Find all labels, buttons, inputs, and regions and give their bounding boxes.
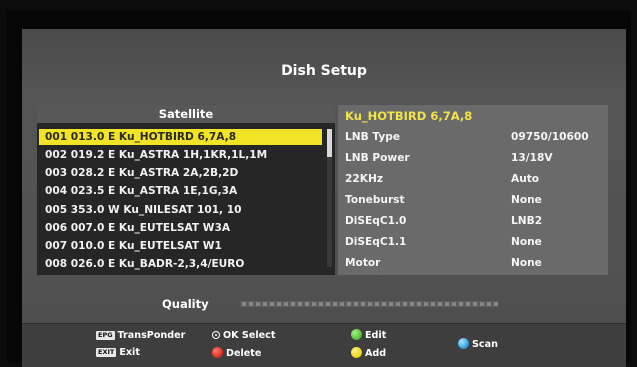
quality-segment xyxy=(312,302,316,306)
red-button-icon xyxy=(212,347,223,358)
hint-label: Edit xyxy=(365,330,387,341)
hint-label: Scan xyxy=(472,339,498,350)
quality-label: Quality xyxy=(162,297,209,311)
setting-row-diseqc11[interactable]: DiSEqC1.1 None xyxy=(345,234,600,250)
hint-label: TransPonder xyxy=(117,330,186,341)
hint-label: Exit xyxy=(119,347,140,358)
setting-label: DiSEqC1.0 xyxy=(345,215,407,227)
setting-value[interactable]: None xyxy=(511,192,542,208)
setting-row-diseqc10[interactable]: DiSEqC1.0 LNB2 xyxy=(345,213,600,229)
setting-row-lnb-power[interactable]: LNB Power 13/18V xyxy=(345,150,600,166)
quality-segment xyxy=(354,302,358,306)
quality-segment xyxy=(326,302,330,306)
satellite-list-item[interactable]: 007 010.0 E Ku_EUTELSAT W1 xyxy=(39,238,322,254)
satellite-list-item[interactable]: 008 026.0 E Ku_BADR-2,3,4/EURO xyxy=(39,256,322,272)
button-hint-bar: EPG TransPonder EXIT Exit OK Select Delete… xyxy=(22,323,626,367)
setting-label: 22KHz xyxy=(345,173,383,185)
quality-segment xyxy=(270,302,274,306)
dish-setup-panel: Dish Setup Satellite 001 013.0 E Ku_HOTB… xyxy=(22,29,626,367)
setting-label: LNB Power xyxy=(345,152,410,164)
quality-segment xyxy=(396,302,400,306)
quality-segment xyxy=(256,302,260,306)
setting-value[interactable]: 13/18V xyxy=(511,150,553,166)
quality-segment xyxy=(375,302,379,306)
quality-segment xyxy=(284,302,288,306)
quality-segment xyxy=(480,302,484,306)
epg-key-icon: EPG xyxy=(96,331,115,340)
lnb-settings-panel: Ku_HOTBIRD 6,7A,8 LNB Type 09750/10600 L… xyxy=(338,105,608,275)
satellite-list-header: Satellite xyxy=(37,105,335,123)
quality-segment xyxy=(459,302,463,306)
hint-add[interactable]: Add xyxy=(351,347,386,359)
satellite-list-item[interactable]: 004 023.5 E Ku_ASTRA 1E,1G,3A xyxy=(39,183,322,199)
quality-segment xyxy=(340,302,344,306)
setting-row-toneburst[interactable]: Toneburst None xyxy=(345,192,600,208)
setting-row-motor[interactable]: Motor None xyxy=(345,255,600,271)
tv-screen: Dish Setup Satellite 001 013.0 E Ku_HOTB… xyxy=(7,11,631,367)
hint-scan[interactable]: Scan xyxy=(458,338,498,350)
scrollbar-thumb[interactable] xyxy=(327,129,332,157)
exit-key-icon: EXIT xyxy=(96,348,117,357)
quality-segment xyxy=(382,302,386,306)
setting-label: LNB Type xyxy=(345,131,401,143)
quality-segment xyxy=(424,302,428,306)
quality-segment xyxy=(319,302,323,306)
setting-value[interactable]: LNB2 xyxy=(511,213,542,229)
satellite-list-item[interactable]: 002 019.2 E Ku_ASTRA 1H,1KR,1L,1M xyxy=(39,147,322,163)
setting-label: DiSEqC1.1 xyxy=(345,236,407,248)
quality-segment xyxy=(403,302,407,306)
quality-segment xyxy=(277,302,281,306)
quality-segment xyxy=(389,302,393,306)
quality-segment xyxy=(438,302,442,306)
green-button-icon xyxy=(351,329,362,340)
setting-value[interactable]: None xyxy=(511,234,542,250)
hint-label: Add xyxy=(365,348,387,359)
quality-segment xyxy=(242,302,246,306)
page-title: Dish Setup xyxy=(281,63,367,79)
setting-value[interactable]: 09750/10600 xyxy=(511,129,589,145)
hint-ok-select[interactable]: OK Select xyxy=(212,330,275,342)
quality-segment xyxy=(361,302,365,306)
signal-quality-bar xyxy=(240,301,498,307)
quality-segment xyxy=(249,302,253,306)
quality-segment xyxy=(445,302,449,306)
setting-row-22khz[interactable]: 22KHz Auto xyxy=(345,171,600,187)
satellite-list-item[interactable]: 003 028.2 E Ku_ASTRA 2A,2B,2D xyxy=(39,165,322,181)
ok-button-icon xyxy=(212,331,220,339)
setting-label: Motor xyxy=(345,257,381,269)
quality-segment xyxy=(487,302,491,306)
setting-value[interactable]: None xyxy=(511,255,542,271)
hint-label: Delete xyxy=(226,348,262,359)
quality-segment xyxy=(263,302,267,306)
satellite-list-item[interactable]: 005 353.0 W Ku_NILESAT 101, 10 xyxy=(39,202,322,218)
hint-edit[interactable]: Edit xyxy=(351,329,386,341)
quality-segment xyxy=(368,302,372,306)
satellite-list-item[interactable]: 001 013.0 E Ku_HOTBIRD 6,7A,8 xyxy=(39,129,322,145)
setting-value[interactable]: Auto xyxy=(511,171,539,187)
quality-segment xyxy=(466,302,470,306)
hint-delete[interactable]: Delete xyxy=(212,347,261,359)
setting-row-lnb-type[interactable]: LNB Type 09750/10600 xyxy=(345,129,600,145)
quality-segment xyxy=(291,302,295,306)
yellow-button-icon xyxy=(351,347,362,358)
quality-segment xyxy=(417,302,421,306)
quality-segment xyxy=(452,302,456,306)
hint-transponder[interactable]: EPG TransPonder xyxy=(96,330,185,342)
selected-satellite-name: Ku_HOTBIRD 6,7A,8 xyxy=(345,109,473,123)
satellite-list-item[interactable]: 006 007.0 E Ku_EUTELSAT W3A xyxy=(39,220,322,236)
quality-segment xyxy=(410,302,414,306)
quality-segment xyxy=(347,302,351,306)
quality-segment xyxy=(494,302,498,306)
hint-exit[interactable]: EXIT Exit xyxy=(96,347,140,359)
quality-segment xyxy=(305,302,309,306)
hint-label: OK Select xyxy=(223,330,276,341)
quality-segment xyxy=(431,302,435,306)
quality-segment xyxy=(298,302,302,306)
blue-button-icon xyxy=(458,338,469,349)
setting-label: Toneburst xyxy=(345,194,405,206)
quality-segment xyxy=(473,302,477,306)
quality-segment xyxy=(333,302,337,306)
satellite-list[interactable]: 001 013.0 E Ku_HOTBIRD 6,7A,8 002 019.2 … xyxy=(37,123,335,275)
